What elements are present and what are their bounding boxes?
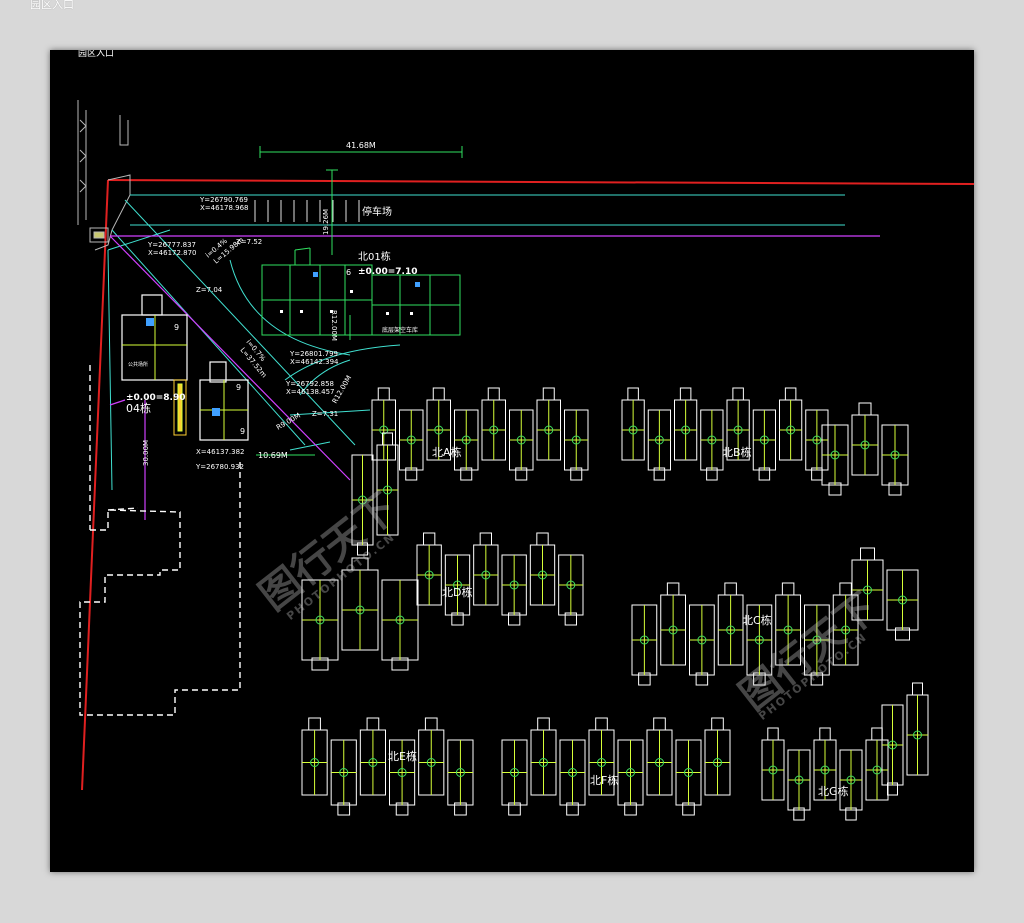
bottom-garage-label: 底层架空车库 — [382, 326, 418, 334]
building-a — [371, 387, 589, 481]
coord5-y: Y=26780.932 — [195, 463, 244, 471]
entrance-label: 园区入口 — [78, 50, 114, 59]
dim-top-text: 41.68M — [346, 141, 376, 150]
building-01-label: 北01栋 — [358, 250, 391, 263]
building-b — [621, 387, 829, 481]
coord2-x: X=46172.870 — [148, 249, 197, 257]
building-g — [761, 727, 889, 821]
building-e-label: 北E栋 — [388, 749, 417, 763]
coord3-y: Y=26801.799 — [289, 350, 338, 358]
parking-label: 停车场 — [362, 205, 392, 218]
building-d-label: 北D栋 — [442, 585, 472, 599]
cad-drawing-canvas[interactable]: 园区入口 41.68M 停车场 19.26M Y=26790.769 X=461… — [50, 50, 974, 872]
building-e — [301, 717, 474, 816]
building-f — [501, 717, 731, 816]
building-04-label: 04栋 — [126, 401, 151, 415]
coord1-x: X=46178.968 — [200, 204, 249, 212]
building-d — [416, 532, 584, 626]
unit-number-a: 9 — [174, 323, 179, 332]
building-b-wing — [821, 402, 909, 496]
coord3-x: X=46142.394 — [290, 358, 339, 366]
r12-label: R12.00M — [330, 310, 338, 341]
unit-number-c: 9 — [240, 427, 245, 436]
coord4-y: Y=26792.858 — [285, 380, 334, 388]
r09-label: R9.00M — [275, 412, 302, 432]
coord1-y: Y=26790.769 — [199, 196, 248, 204]
entrance-label-outer: 园区入口 — [30, 0, 74, 11]
z704-label: Z=7.04 — [196, 286, 223, 294]
building-b-label: 北B栋 — [722, 445, 752, 459]
building-c-label: 北C栋 — [742, 613, 772, 627]
dim-1069-text: 10.69M — [258, 451, 288, 460]
existing-building-outline — [79, 365, 241, 716]
coord2-y: Y=26777.837 — [147, 241, 196, 249]
site-plan: 园区入口 41.68M 停车场 19.26M Y=26790.769 X=461… — [77, 50, 974, 821]
north-boundary-line — [107, 179, 974, 185]
coord4-x: X=46138.457 — [286, 388, 335, 396]
entrance-structures — [77, 100, 131, 251]
parking-stalls — [254, 200, 360, 222]
unit-number-d: 6 — [346, 268, 351, 277]
room-label: 公共场所 — [128, 361, 148, 368]
coord5-x: X=46137.382 — [196, 448, 245, 456]
building-01-elevation: ±0.00=7.10 — [358, 267, 418, 277]
building-a-label: 北A栋 — [432, 445, 462, 459]
building-f-label: 北F栋 — [590, 773, 618, 787]
dim-vertical-text: 19.26M — [322, 209, 330, 235]
z731-label: Z=7.31 — [312, 410, 338, 418]
dim-30-text: 30.00M — [142, 440, 150, 466]
building-g-label: 北G栋 — [818, 784, 849, 798]
building-g-wing — [881, 682, 929, 796]
unit-number-b: 9 — [236, 383, 241, 392]
west-boundary-line — [81, 179, 109, 791]
